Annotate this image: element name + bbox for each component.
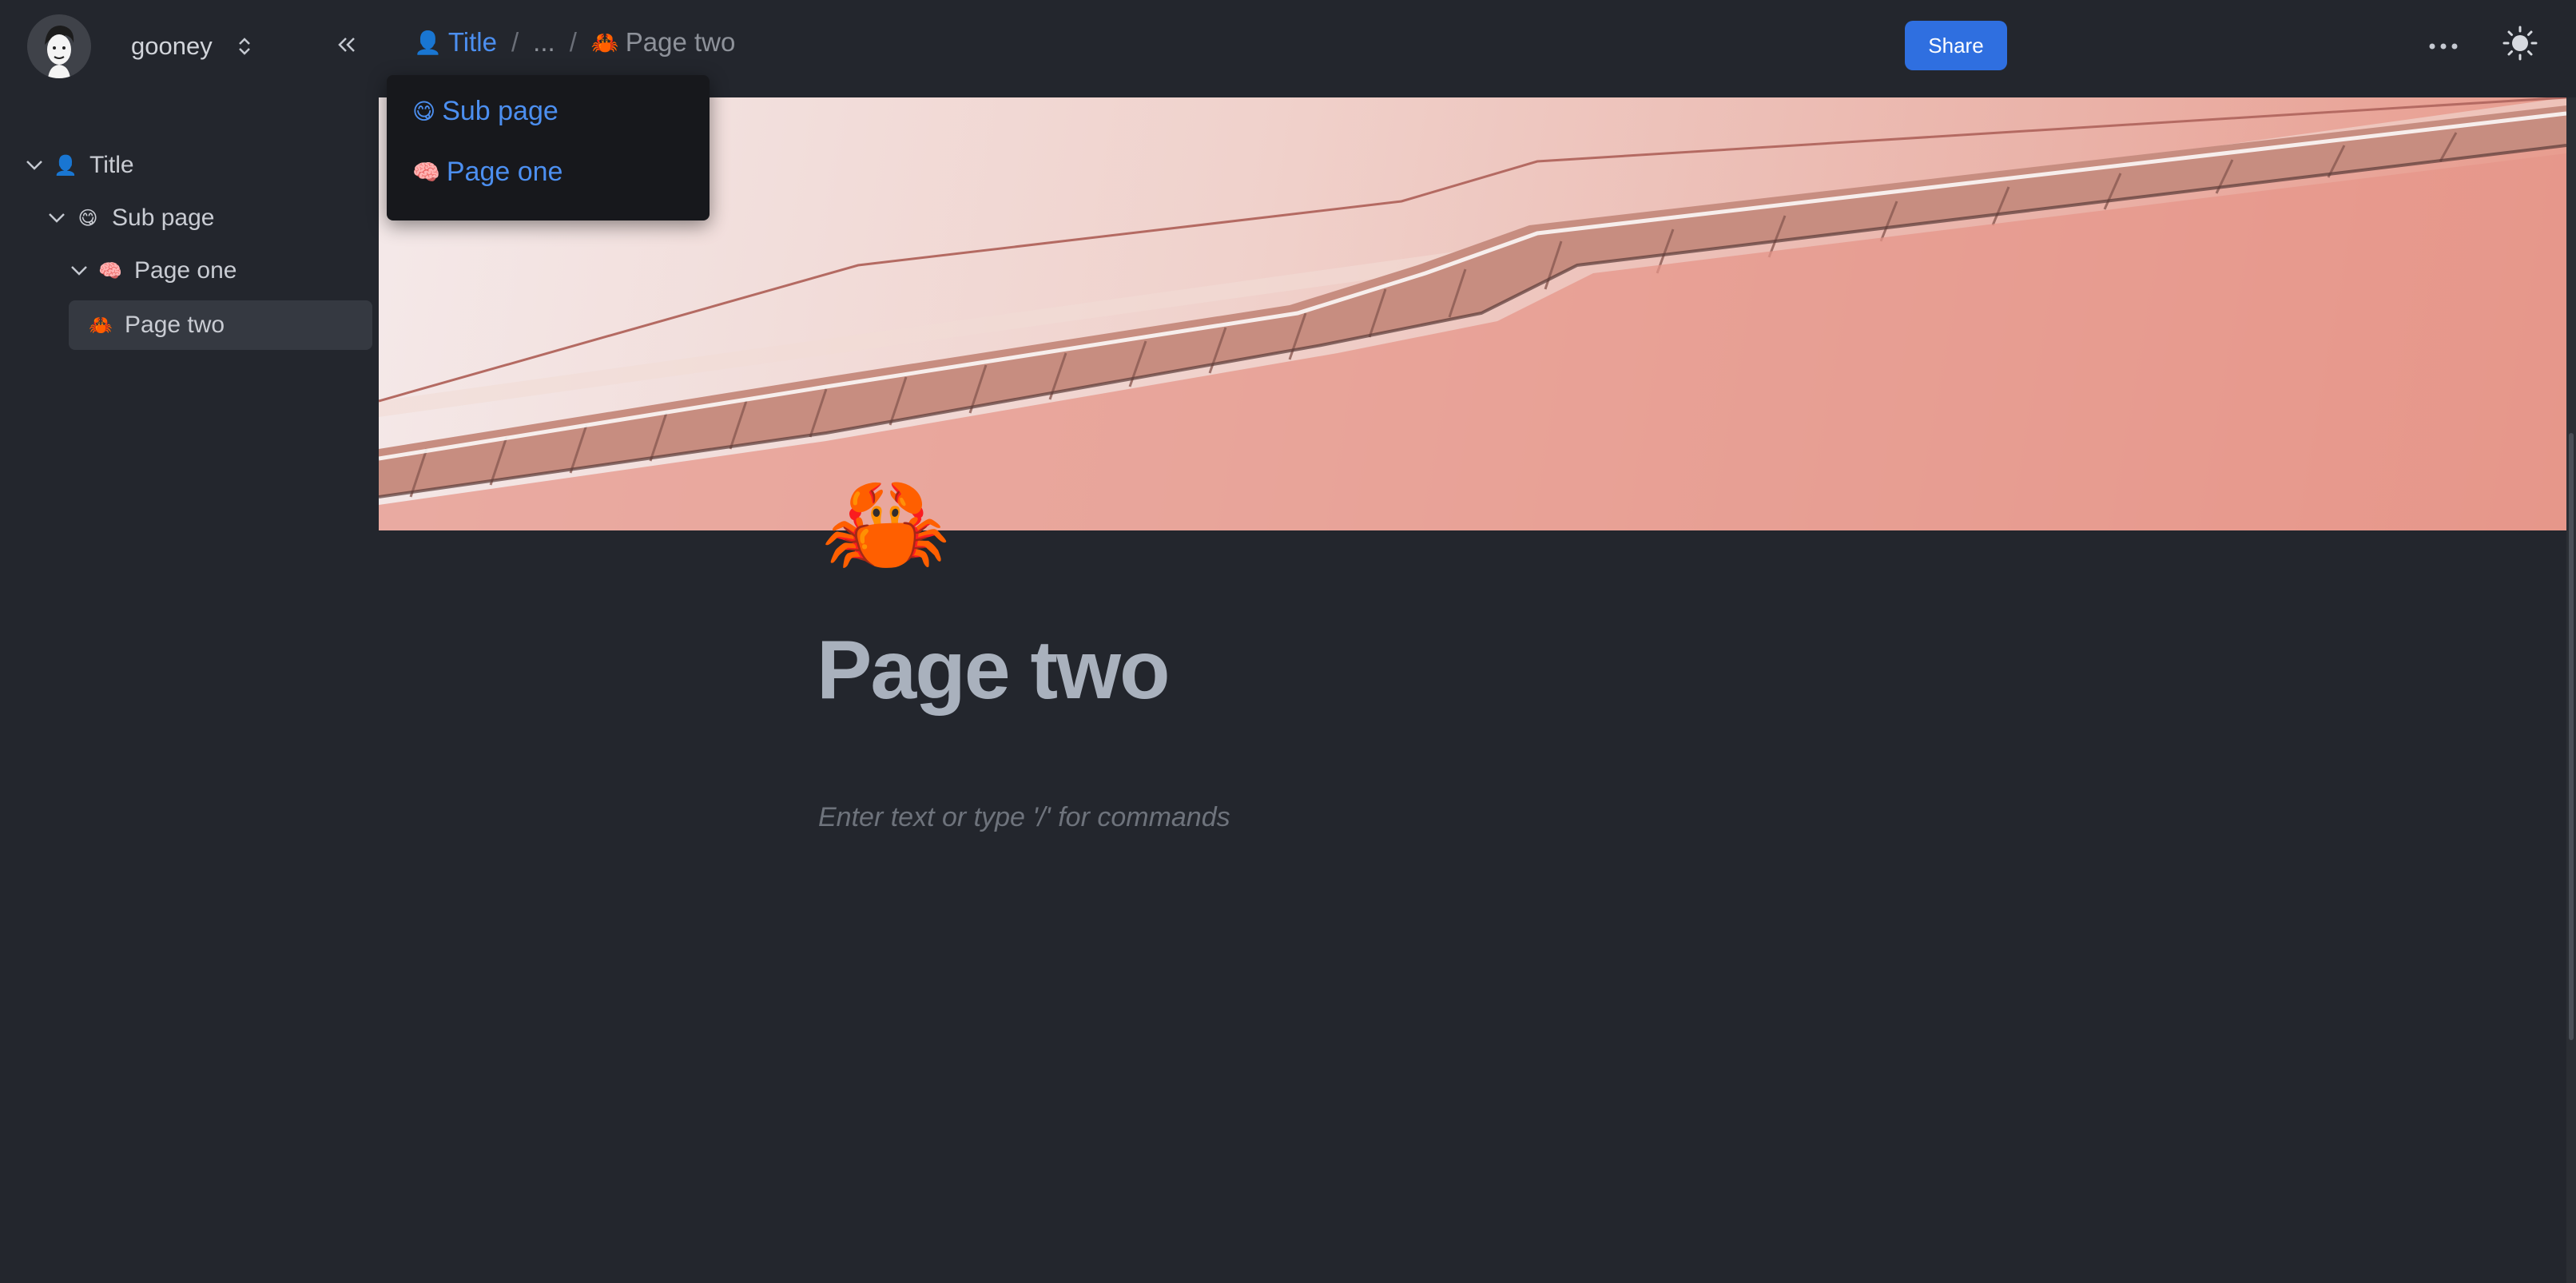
breadcrumb-dropdown: 😋 Sub page 🧠 Page one	[387, 75, 710, 220]
dropdown-item-label: Sub page	[442, 96, 559, 126]
more-options-button[interactable]	[2421, 30, 2466, 62]
brain-icon: 🧠	[412, 160, 440, 185]
crab-icon: 🦀	[590, 30, 619, 55]
workspace-name: gooney	[131, 32, 213, 60]
person-icon: 👤	[414, 30, 442, 55]
sidebar-item-label: Sub page	[112, 205, 215, 231]
sidebar-item-page-two[interactable]: 🦀 Page two	[69, 300, 372, 350]
brain-icon: 🧠	[98, 260, 122, 282]
dropdown-item-sub-page[interactable]: 😋 Sub page	[412, 96, 559, 127]
page-icon[interactable]: 🦀	[821, 471, 951, 575]
editor-placeholder[interactable]: Enter text or type '/' for commands	[818, 802, 1230, 833]
sidebar-item-label: Page two	[125, 312, 225, 338]
breadcrumb-current-label: Page two	[625, 27, 736, 57]
breadcrumb-separator: /	[569, 27, 577, 57]
breadcrumb-ellipsis[interactable]: ...	[533, 27, 555, 58]
scrollbar[interactable]	[2566, 97, 2576, 1283]
chevron-up-down-icon	[235, 34, 254, 58]
yum-face-icon: 😋	[78, 207, 98, 229]
collapse-sidebar-button[interactable]	[331, 29, 363, 61]
breadcrumb-current[interactable]: 🦀 Page two	[591, 27, 735, 58]
crab-icon: 🦀	[89, 314, 113, 336]
workspace-switcher[interactable]: gooney	[27, 14, 363, 78]
chevrons-left-icon	[338, 38, 355, 52]
dropdown-item-page-one[interactable]: 🧠 Page one	[412, 157, 563, 188]
dropdown-item-label: Page one	[446, 157, 563, 187]
share-button[interactable]: Share	[1905, 21, 2007, 70]
sidebar-item-title[interactable]: 👤 Title	[24, 141, 134, 190]
sidebar-item-label: Title	[89, 152, 134, 178]
sidebar-item-sub-page[interactable]: 😋 Sub page	[46, 193, 214, 243]
sidebar-item-page-one[interactable]: 🧠 Page one	[69, 246, 237, 296]
scrollbar-thumb[interactable]	[2569, 433, 2574, 1040]
sidebar: gooney 👤 Title 😋 Sub page 🧠 Page one 🦀 P…	[0, 0, 379, 1283]
breadcrumb: 👤 Title / ... / 🦀 Page two	[414, 27, 735, 58]
chevron-down-icon[interactable]	[24, 155, 45, 176]
breadcrumb-root-link[interactable]: 👤 Title	[414, 27, 497, 58]
breadcrumb-separator: /	[511, 27, 519, 57]
ellipsis-icon	[2429, 43, 2458, 50]
sidebar-item-label: Page one	[134, 257, 237, 284]
avatar	[27, 14, 91, 78]
yum-face-icon: 😋	[412, 99, 436, 124]
chevron-down-icon[interactable]	[46, 208, 67, 228]
theme-toggle-button[interactable]	[2501, 24, 2539, 62]
page-title[interactable]: Page two	[817, 623, 1171, 718]
person-icon: 👤	[54, 154, 78, 177]
sun-icon	[2502, 26, 2538, 61]
chevron-down-icon[interactable]	[69, 260, 89, 281]
breadcrumb-root-label: Title	[447, 27, 497, 57]
